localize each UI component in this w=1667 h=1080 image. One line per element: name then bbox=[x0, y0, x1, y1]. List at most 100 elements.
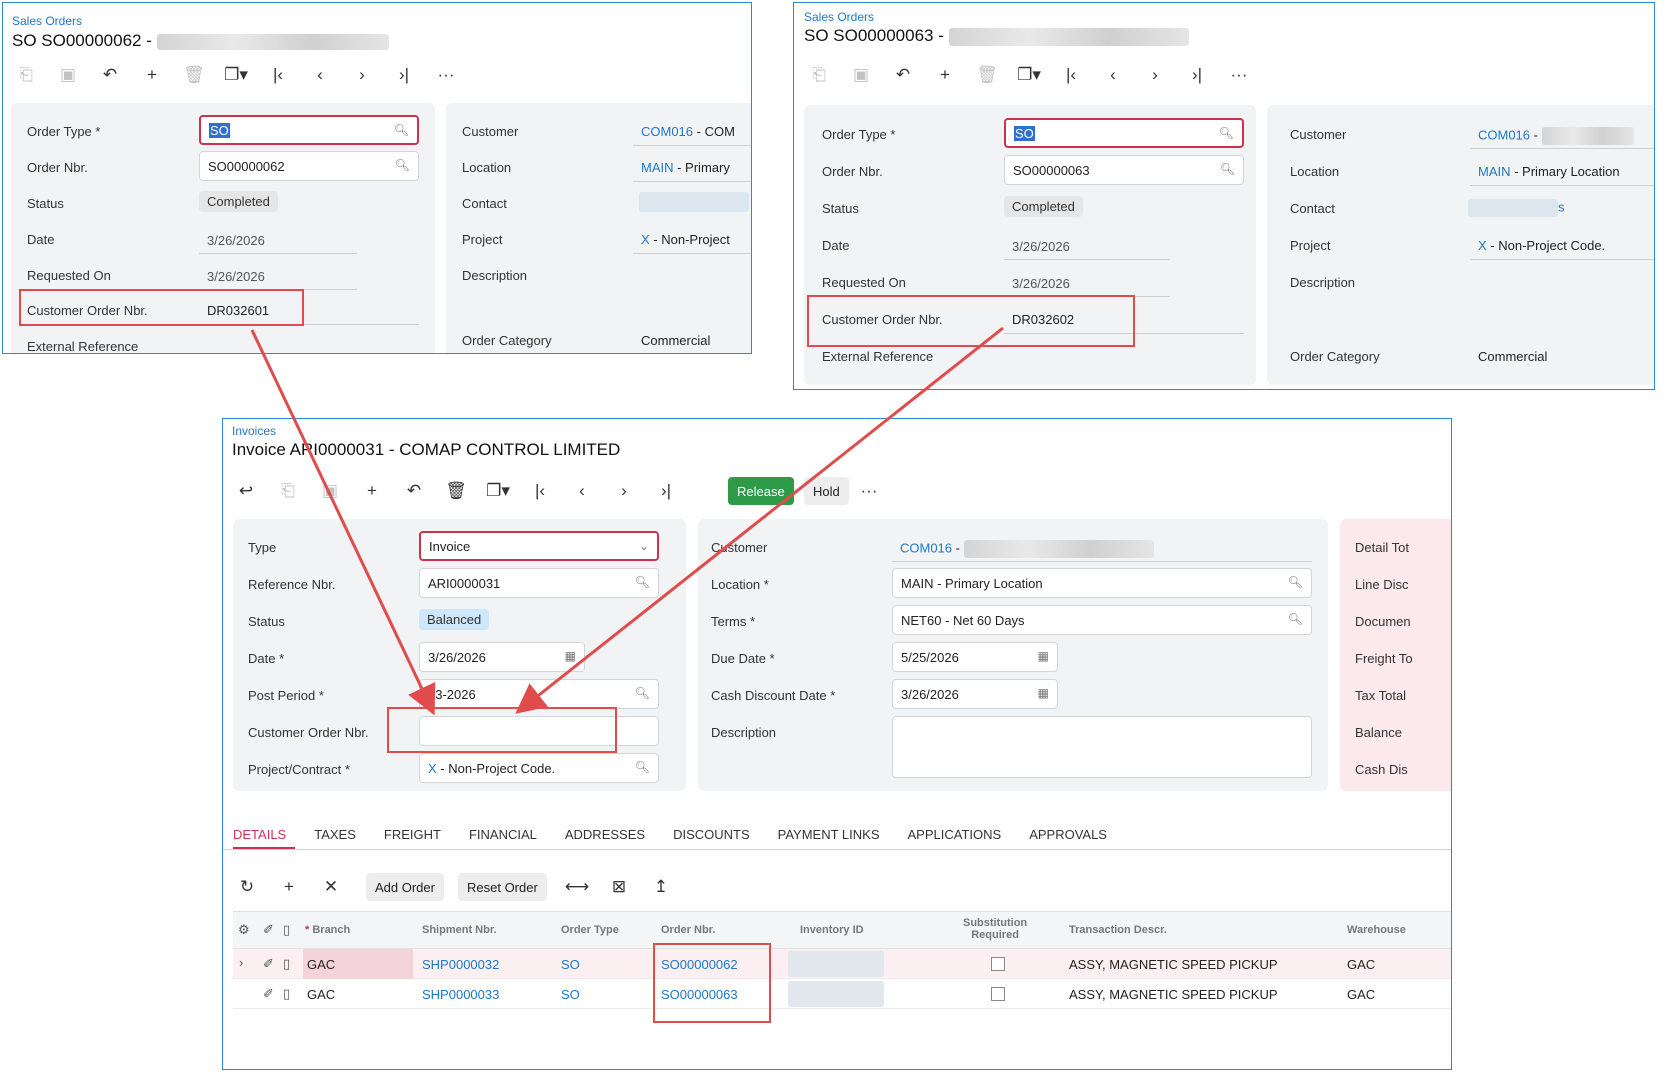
project-link[interactable]: X bbox=[428, 761, 437, 776]
descr-cell[interactable]: ASSY, MAGNETIC SPEED PICKUP bbox=[1069, 987, 1278, 1002]
tab-freight[interactable]: FREIGHT bbox=[370, 827, 455, 842]
col-inventory[interactable]: Inventory ID bbox=[800, 924, 864, 936]
save-icon[interactable]: ⎗ bbox=[5, 61, 47, 89]
tab-approvals[interactable]: APPROVALS bbox=[1015, 827, 1121, 842]
project-value[interactable]: X - Non-Project bbox=[641, 232, 730, 247]
chevron-down-icon[interactable]: ⌄ bbox=[639, 539, 649, 553]
settings-icon[interactable]: ⚙ bbox=[238, 922, 250, 938]
undo-icon[interactable]: ↶ bbox=[882, 61, 924, 89]
export-excel-icon[interactable]: ⊠ bbox=[598, 873, 640, 901]
branch-cell[interactable]: GAC bbox=[307, 957, 335, 972]
copy-paste-icon[interactable]: ❐▾ bbox=[1008, 61, 1050, 89]
hold-button[interactable]: Hold bbox=[804, 477, 849, 505]
attachment-icon[interactable]: ✐ bbox=[263, 922, 274, 938]
save-close-icon[interactable]: ▣ bbox=[309, 477, 351, 505]
date-field[interactable]: 3/26/2026 ▦ bbox=[419, 642, 585, 672]
note-icon[interactable]: ▯ bbox=[283, 922, 290, 938]
first-record-icon[interactable]: |‹ bbox=[257, 61, 299, 89]
project-value[interactable]: X - Non-Project Code. bbox=[1478, 238, 1605, 253]
upload-icon[interactable]: ↥ bbox=[640, 873, 682, 901]
add-order-button[interactable]: Add Order bbox=[366, 873, 444, 901]
breadcrumb[interactable]: Sales Orders bbox=[12, 14, 82, 28]
add-icon[interactable]: + bbox=[131, 61, 173, 89]
copy-paste-icon[interactable]: ❐▾ bbox=[215, 61, 257, 89]
shipment-link[interactable]: SHP0000033 bbox=[422, 987, 499, 1002]
col-descr[interactable]: Transaction Descr. bbox=[1069, 924, 1167, 936]
col-order-nbr[interactable]: Order Nbr. bbox=[661, 924, 715, 936]
substitution-checkbox[interactable] bbox=[991, 987, 1005, 1001]
shipment-link[interactable]: SHP0000032 bbox=[422, 957, 499, 972]
save-icon[interactable]: ⎗ bbox=[267, 477, 309, 505]
customer-link[interactable]: COM016 bbox=[1478, 127, 1530, 142]
previous-record-icon[interactable]: ‹ bbox=[1092, 61, 1134, 89]
first-record-icon[interactable]: |‹ bbox=[1050, 61, 1092, 89]
descr-cell[interactable]: ASSY, MAGNETIC SPEED PICKUP bbox=[1069, 957, 1278, 972]
more-icon[interactable]: ··· bbox=[848, 477, 890, 505]
order-category-value[interactable]: Commercial bbox=[641, 333, 710, 348]
contact-value[interactable]: s bbox=[1468, 199, 1565, 217]
fit-columns-icon[interactable]: ⟷ bbox=[556, 873, 598, 901]
location-value[interactable]: MAIN - Primary Location bbox=[1478, 164, 1620, 179]
order-type-field[interactable]: SO 🔍︎ bbox=[199, 115, 419, 145]
more-icon[interactable]: ··· bbox=[1218, 61, 1260, 89]
tab-payment-links[interactable]: PAYMENT LINKS bbox=[764, 827, 894, 842]
previous-record-icon[interactable]: ‹ bbox=[561, 477, 603, 505]
row-expand-icon[interactable]: › bbox=[239, 955, 243, 970]
location-field[interactable]: MAIN - Primary Location 🔍︎ bbox=[892, 568, 1312, 598]
next-record-icon[interactable]: › bbox=[603, 477, 645, 505]
order-category-value[interactable]: Commercial bbox=[1478, 349, 1547, 364]
tab-discounts[interactable]: DISCOUNTS bbox=[659, 827, 764, 842]
search-icon[interactable]: 🔍︎ bbox=[635, 575, 650, 589]
attachment-icon[interactable]: ✐ bbox=[263, 986, 274, 1002]
due-date-field[interactable]: 5/25/2026 ▦ bbox=[892, 642, 1058, 672]
search-icon[interactable]: 🔍︎ bbox=[635, 760, 650, 774]
undo-icon[interactable]: ↶ bbox=[393, 477, 435, 505]
previous-record-icon[interactable]: ‹ bbox=[299, 61, 341, 89]
order-type-link[interactable]: SO bbox=[561, 987, 580, 1002]
customer-value[interactable]: COM016 - bbox=[900, 540, 1154, 558]
description-textarea[interactable] bbox=[892, 716, 1312, 778]
branch-cell[interactable]: GAC bbox=[307, 987, 335, 1002]
add-row-icon[interactable]: + bbox=[268, 873, 310, 901]
terms-field[interactable]: NET60 - Net 60 Days 🔍︎ bbox=[892, 605, 1312, 635]
last-record-icon[interactable]: ›| bbox=[1176, 61, 1218, 89]
tab-details[interactable]: DETAILS bbox=[223, 827, 300, 842]
calendar-icon[interactable]: ▦ bbox=[1038, 686, 1049, 700]
col-warehouse[interactable]: Warehouse bbox=[1347, 924, 1406, 936]
tab-financial[interactable]: FINANCIAL bbox=[455, 827, 551, 842]
reset-order-button[interactable]: Reset Order bbox=[458, 873, 547, 901]
search-icon[interactable]: 🔍︎ bbox=[1219, 126, 1234, 140]
copy-paste-icon[interactable]: ❐▾ bbox=[477, 477, 519, 505]
save-icon[interactable]: ⎗ bbox=[798, 61, 840, 89]
col-branch[interactable]: * Branch bbox=[305, 924, 350, 936]
first-record-icon[interactable]: |‹ bbox=[519, 477, 561, 505]
col-shipment[interactable]: Shipment Nbr. bbox=[422, 924, 497, 936]
more-icon[interactable]: ··· bbox=[425, 61, 467, 89]
type-dropdown[interactable]: Invoice ⌄ bbox=[419, 531, 659, 561]
order-type-field[interactable]: SO 🔍︎ bbox=[1004, 118, 1244, 148]
cash-disc-date-field[interactable]: 3/26/2026 ▦ bbox=[892, 679, 1058, 709]
next-record-icon[interactable]: › bbox=[1134, 61, 1176, 89]
project-link[interactable]: X bbox=[641, 232, 650, 247]
delete-icon[interactable]: 🗑 bbox=[966, 61, 1008, 89]
search-icon[interactable]: 🔍︎ bbox=[1288, 575, 1303, 589]
note-icon[interactable]: ▯ bbox=[283, 986, 290, 1002]
last-record-icon[interactable]: ›| bbox=[645, 477, 687, 505]
location-link[interactable]: MAIN bbox=[641, 160, 674, 175]
order-type-link[interactable]: SO bbox=[561, 957, 580, 972]
order-nbr-field[interactable]: SO00000062 🔍︎ bbox=[199, 151, 419, 181]
post-period-field[interactable]: 03-2026 🔍︎ bbox=[419, 679, 659, 709]
warehouse-cell[interactable]: GAC bbox=[1347, 957, 1375, 972]
tab-taxes[interactable]: TAXES bbox=[300, 827, 370, 842]
search-icon[interactable]: 🔍︎ bbox=[395, 158, 410, 172]
customer-value[interactable]: COM016 - bbox=[1478, 127, 1634, 145]
calendar-icon[interactable]: ▦ bbox=[1038, 649, 1049, 663]
warehouse-cell[interactable]: GAC bbox=[1347, 987, 1375, 1002]
add-icon[interactable]: + bbox=[351, 477, 393, 505]
customer-link[interactable]: COM016 bbox=[641, 124, 693, 139]
tab-applications[interactable]: APPLICATIONS bbox=[894, 827, 1016, 842]
substitution-checkbox[interactable] bbox=[991, 957, 1005, 971]
undo-icon[interactable]: ↶ bbox=[89, 61, 131, 89]
location-link[interactable]: MAIN bbox=[1478, 164, 1511, 179]
col-order-type[interactable]: Order Type bbox=[561, 924, 619, 936]
